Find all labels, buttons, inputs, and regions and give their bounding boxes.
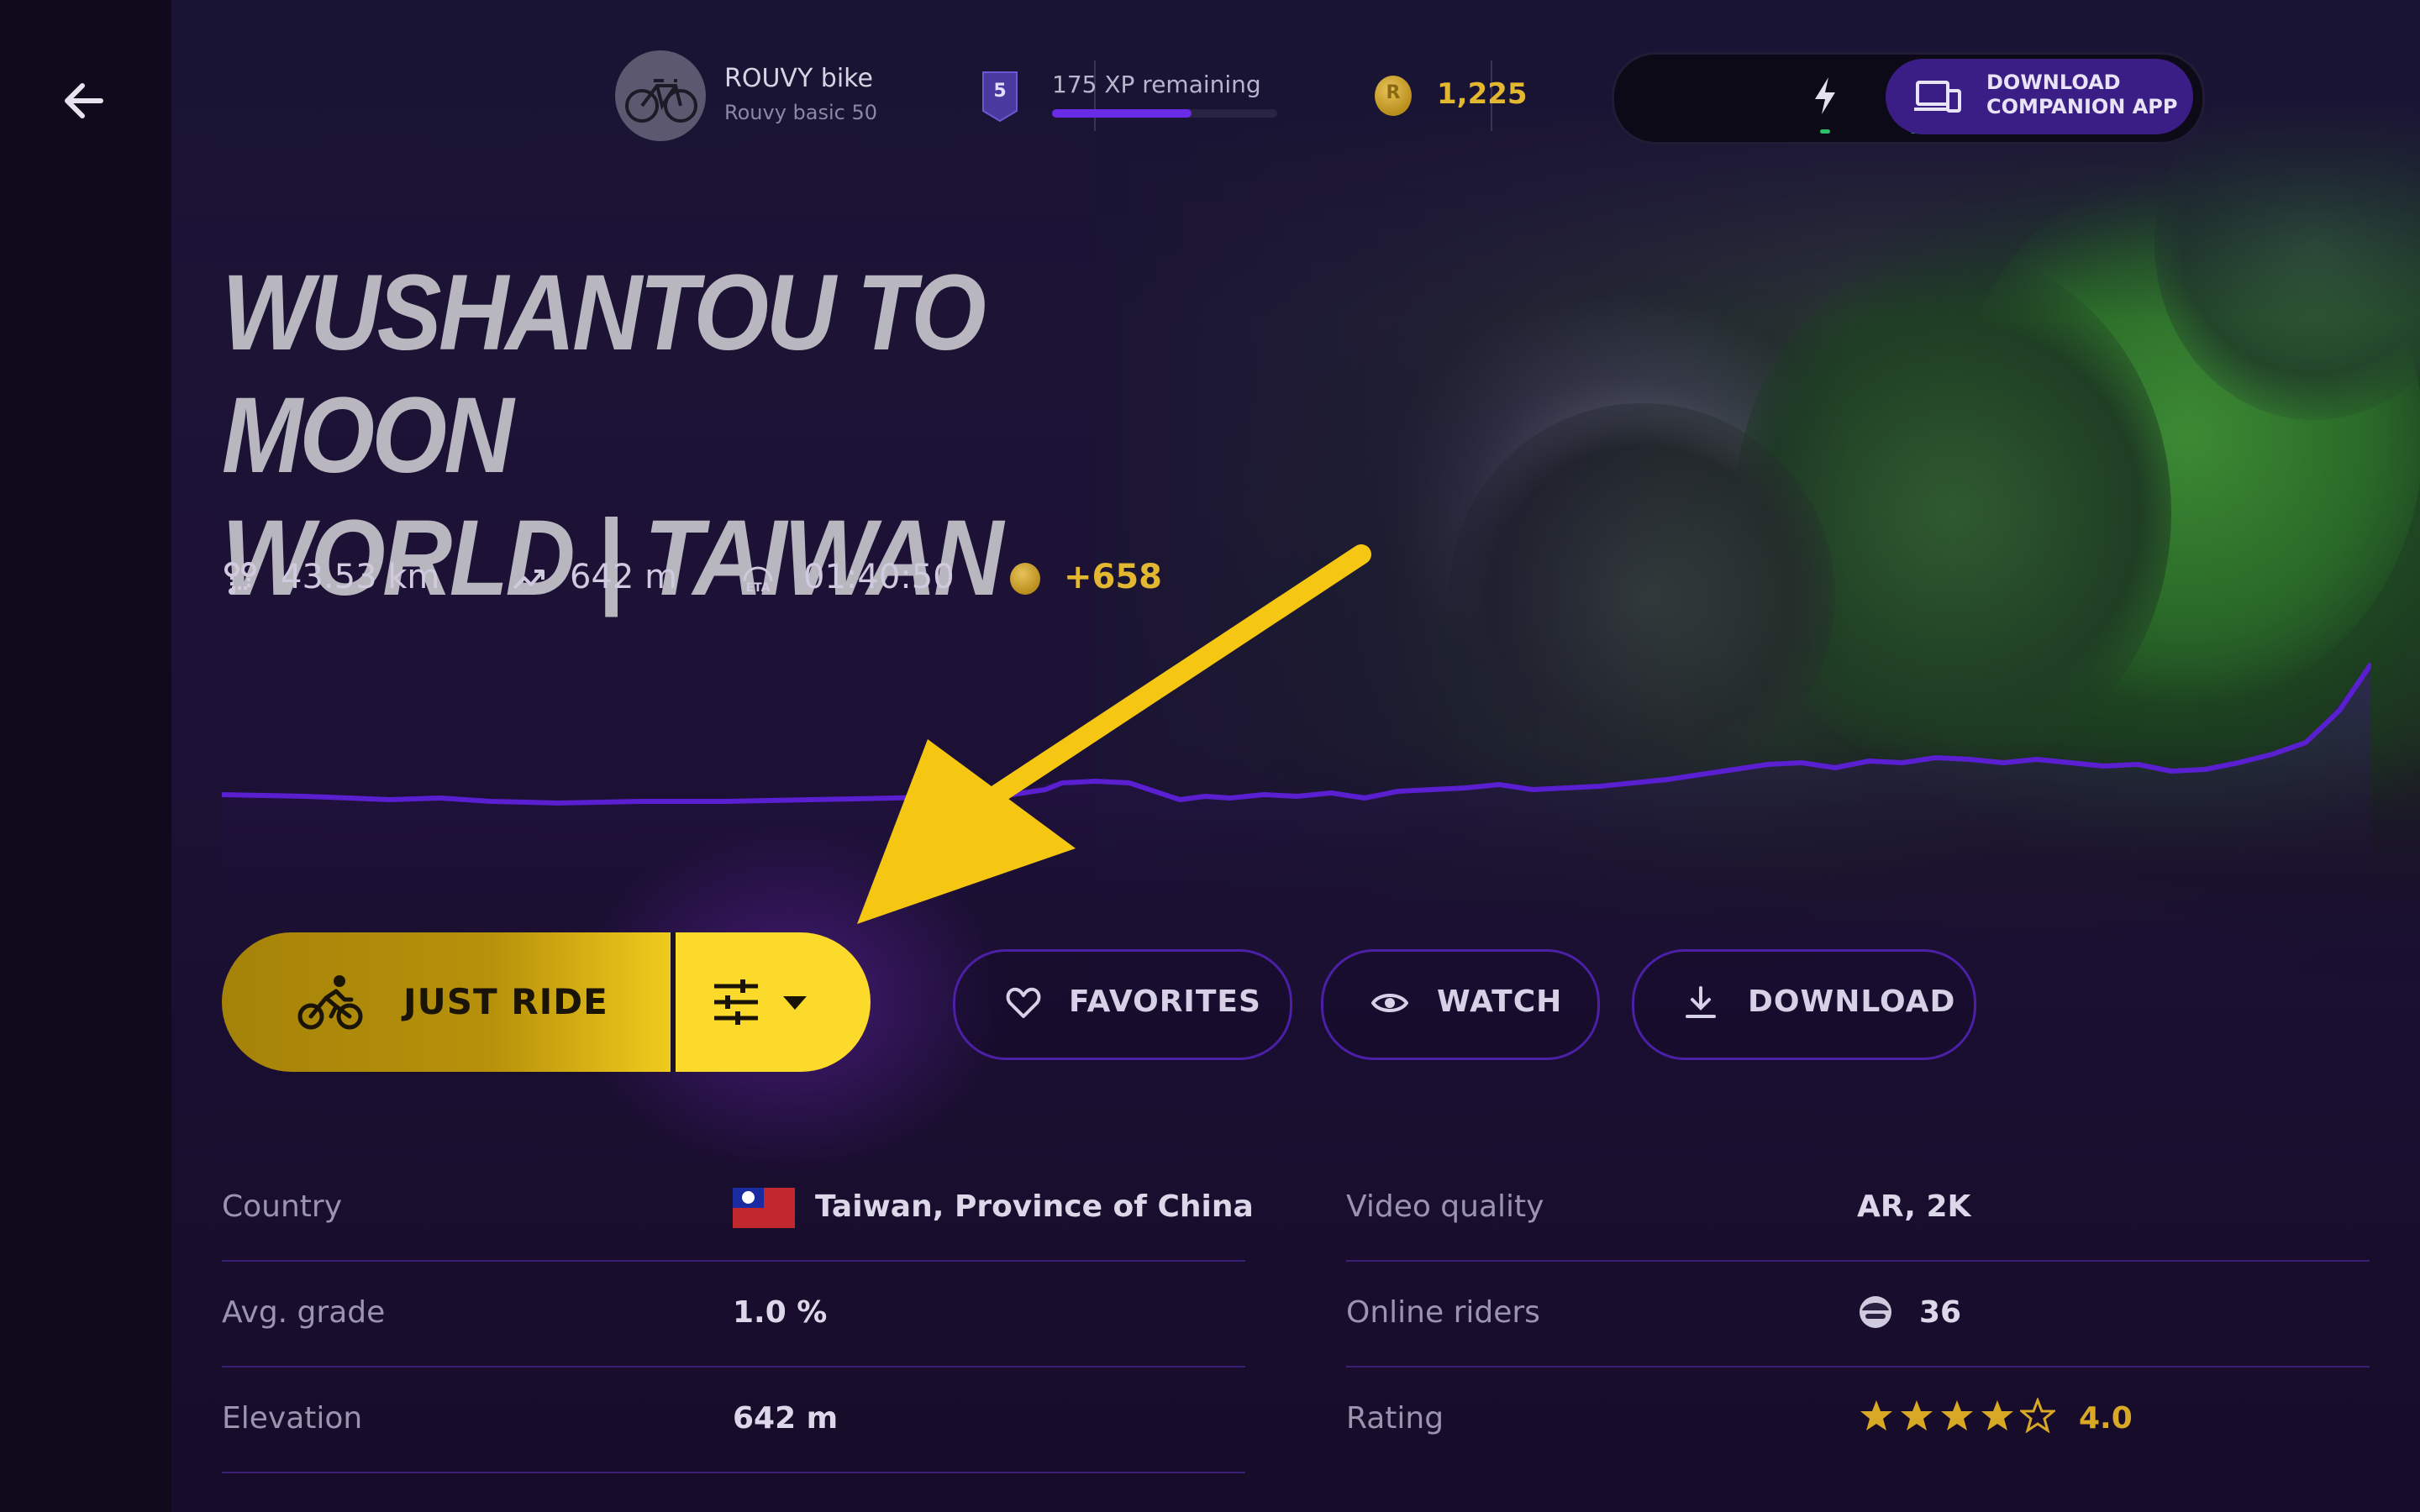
annotation-arrow <box>857 544 1371 924</box>
companion-label-line1: DOWNLOAD <box>1986 71 2121 94</box>
eta-label: ETA <box>746 581 771 595</box>
bike-model: Rouvy basic 50 <box>724 101 878 124</box>
power-icon[interactable] <box>1802 72 1849 119</box>
route-title-line1: WUSHANTOU TO MOON <box>222 253 986 496</box>
watch-label: WATCH <box>1437 984 1563 1019</box>
companion-app-label: DOWNLOAD COMPANION APP <box>1986 71 2177 119</box>
back-arrow-icon[interactable] <box>52 74 119 128</box>
ride-options-button[interactable] <box>676 932 871 1072</box>
xp-remaining: 175 XP remaining <box>1052 71 1261 98</box>
coin-balance: 1,225 <box>1437 77 1528 111</box>
avg-grade-value: 1.0 % <box>733 1295 828 1330</box>
heart-icon <box>1006 987 1041 1018</box>
eye-icon <box>1371 994 1408 1012</box>
bike-avatar[interactable] <box>615 50 706 141</box>
star-filled-icon <box>1860 1400 1892 1431</box>
just-ride-label: JUST RIDE <box>403 981 608 1022</box>
row-divider <box>222 1366 1245 1368</box>
avg-grade-label: Avg. grade <box>222 1295 386 1330</box>
sidebar <box>0 0 171 1512</box>
star-empty-icon <box>2020 1398 2055 1433</box>
xp-progress-fill <box>1052 109 1192 118</box>
row-divider <box>1346 1260 2370 1262</box>
star-filled-icon <box>1981 1400 2013 1431</box>
route-elevation: 642 m <box>570 558 678 596</box>
route-distance: 43.53 km <box>281 558 440 596</box>
download-label: DOWNLOAD <box>1748 984 1956 1019</box>
video-quality-value: AR, 2K <box>1857 1189 1971 1224</box>
chevron-down-icon <box>783 996 807 1010</box>
xp-progress-bar <box>1052 109 1277 118</box>
sliders-icon <box>714 979 758 1025</box>
country-label: Country <box>222 1189 343 1224</box>
cyclist-icon <box>297 975 363 1030</box>
rating-value: 4.0 <box>2079 1401 2133 1436</box>
video-quality-label: Video quality <box>1346 1189 1544 1224</box>
row-divider <box>1346 1366 2370 1368</box>
star-filled-icon <box>1901 1400 1933 1431</box>
rider-helmet-icon <box>1860 1296 1891 1328</box>
elevation-label: Elevation <box>222 1401 363 1436</box>
elevation-value: 642 m <box>733 1401 839 1436</box>
devices-icon <box>1914 81 1961 113</box>
star-filled-icon <box>1941 1400 1973 1431</box>
companion-label-line2: COMPANION APP <box>1986 95 2178 118</box>
online-riders-value: 36 <box>1919 1295 1962 1330</box>
bike-name: ROUVY bike <box>724 64 873 93</box>
country-value: Taiwan, Province of China <box>815 1189 1254 1224</box>
row-divider <box>222 1260 1245 1262</box>
rating-label: Rating <box>1346 1401 1444 1436</box>
power-status-dot <box>1820 129 1830 134</box>
online-riders-label: Online riders <box>1346 1295 1540 1330</box>
download-icon <box>1686 986 1716 1018</box>
distance-icon <box>224 562 256 595</box>
row-divider <box>222 1472 1245 1473</box>
favorites-label: FAVORITES <box>1069 984 1261 1019</box>
coin-symbol: R <box>1386 82 1401 103</box>
elevation-gain-icon <box>513 570 544 590</box>
taiwan-flag-icon <box>733 1188 795 1228</box>
eta-icon: ETA <box>743 566 773 595</box>
bicycle-icon <box>625 79 697 123</box>
level-number: 5 <box>993 81 1007 102</box>
